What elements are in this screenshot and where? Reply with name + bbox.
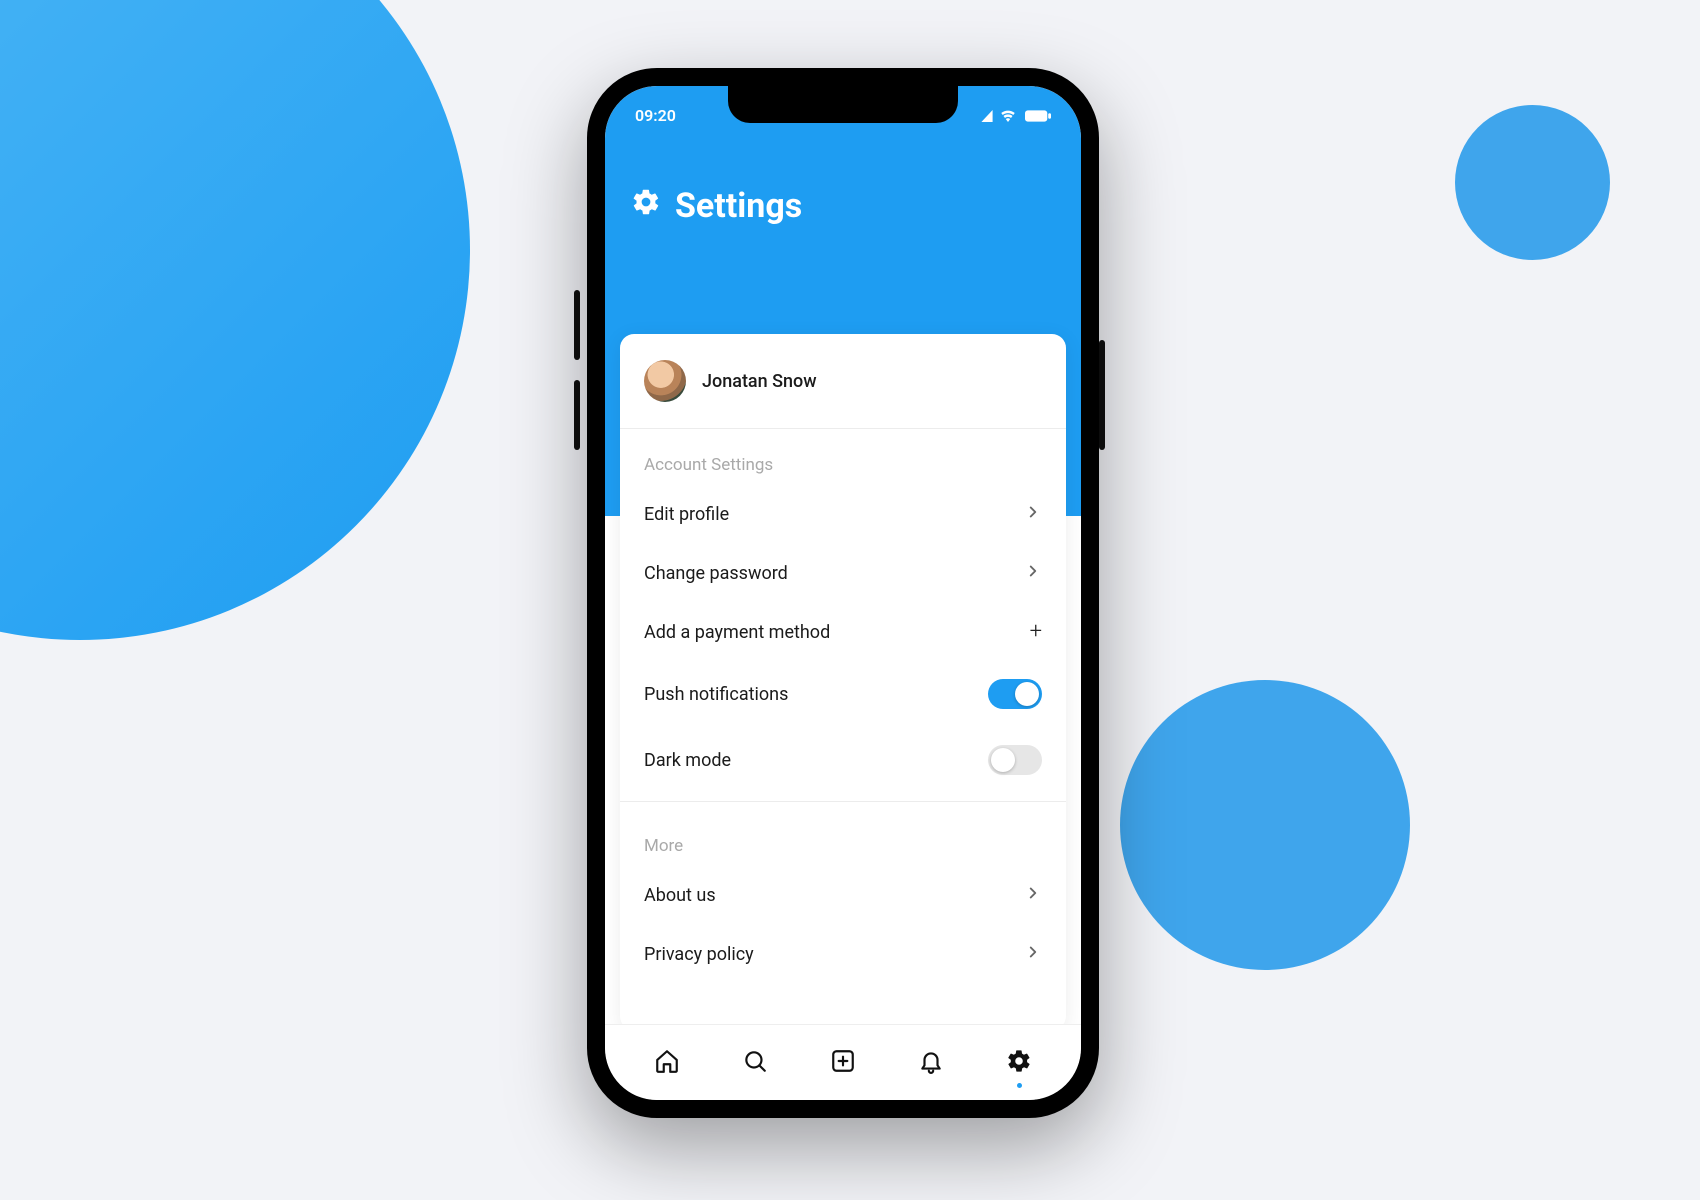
phone-notch [728, 86, 958, 123]
phone-mockup: 09:20 Settings [587, 68, 1099, 1118]
page-title: Settings [675, 186, 802, 226]
status-time: 09:20 [635, 106, 676, 125]
push-notifications-toggle[interactable] [988, 679, 1042, 709]
cellular-icon [981, 110, 992, 122]
home-icon [654, 1048, 680, 1078]
search-icon [742, 1048, 768, 1078]
privacy-policy-row[interactable]: Privacy policy [620, 925, 1066, 984]
nav-add[interactable] [828, 1048, 858, 1078]
push-notifications-row: Push notifications [620, 661, 1066, 727]
profile-name: Jonatan Snow [702, 371, 817, 392]
chevron-right-icon [1024, 943, 1042, 966]
page-title-row: Settings [631, 186, 802, 226]
wifi-icon [999, 107, 1017, 125]
profile-row[interactable]: Jonatan Snow [620, 334, 1066, 429]
bg-circle-top-right [1455, 105, 1610, 260]
dark-mode-row: Dark mode [620, 727, 1066, 793]
phone-power-button [1099, 340, 1105, 450]
row-label: Add a payment method [644, 622, 830, 643]
nav-active-dot [1017, 1083, 1022, 1088]
avatar [644, 360, 686, 402]
nav-search[interactable] [740, 1048, 770, 1078]
row-label: About us [644, 885, 716, 906]
gear-icon [631, 186, 661, 226]
chevron-right-icon [1024, 562, 1042, 585]
account-section-title: Account Settings [620, 429, 1066, 485]
bg-circle-top-left [0, 0, 470, 640]
nav-notifications[interactable] [916, 1048, 946, 1078]
chevron-right-icon [1024, 884, 1042, 907]
status-icons [983, 107, 1051, 125]
about-us-row[interactable]: About us [620, 866, 1066, 925]
chevron-right-icon [1024, 503, 1042, 526]
plus-icon: + [1030, 621, 1042, 643]
nav-home[interactable] [652, 1048, 682, 1078]
phone-screen: 09:20 Settings [605, 86, 1081, 1100]
row-label: Dark mode [644, 750, 731, 771]
phone-volume-button [574, 290, 580, 360]
edit-profile-row[interactable]: Edit profile [620, 485, 1066, 544]
more-section-title: More [620, 810, 1066, 866]
row-label: Edit profile [644, 504, 729, 525]
row-label: Privacy policy [644, 944, 754, 965]
bell-icon [918, 1048, 944, 1078]
settings-card: Jonatan Snow Account Settings Edit profi… [620, 334, 1066, 1030]
gear-icon [1006, 1048, 1032, 1078]
section-divider [620, 801, 1066, 802]
add-payment-row[interactable]: Add a payment method + [620, 603, 1066, 661]
add-square-icon [830, 1048, 856, 1078]
row-label: Push notifications [644, 684, 788, 705]
nav-settings[interactable] [1004, 1048, 1034, 1078]
battery-icon [1025, 109, 1051, 123]
row-label: Change password [644, 563, 788, 584]
bg-circle-bottom-right [1120, 680, 1410, 970]
dark-mode-toggle[interactable] [988, 745, 1042, 775]
change-password-row[interactable]: Change password [620, 544, 1066, 603]
phone-volume-button [574, 380, 580, 450]
